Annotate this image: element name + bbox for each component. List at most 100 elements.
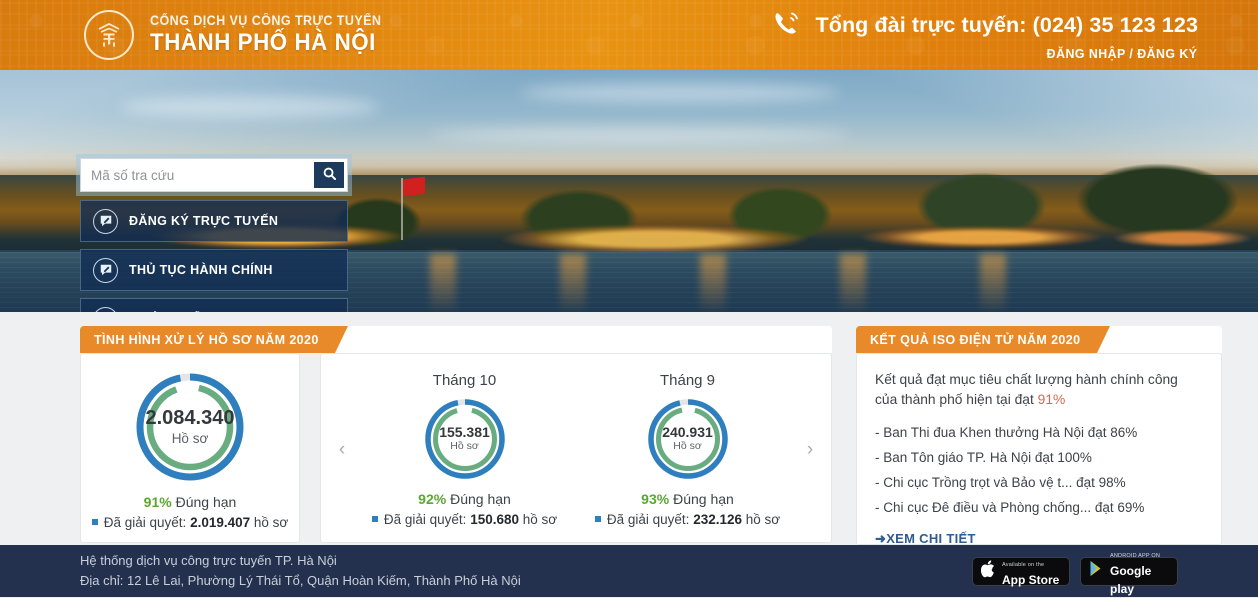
google-play-text: ANDROID APP ON Google play [1110, 544, 1169, 598]
list-item: - Ban Thi đua Khen thưởng Hà Nội đạt 86% [875, 423, 1203, 444]
month-donut-holder: 240.931 Hồ sơ [576, 395, 799, 483]
hotline-number: Tổng đài trực tuyến: (024) 35 123 123 [815, 13, 1198, 38]
dossier-processing-panel: TÌNH HÌNH XỬ LÝ HỒ SƠ NĂM 2020 2.084.340 [80, 326, 832, 543]
iso-intro-text: Kết quả đạt mục tiêu chất lượng hành chí… [875, 370, 1203, 410]
footer-address-block: Hệ thống dịch vụ công trực tuyến TP. Hà … [80, 551, 521, 591]
search-input[interactable] [81, 159, 314, 191]
carousel-next-button[interactable]: › [799, 440, 821, 459]
total-ontime-row: 91% Đúng hạn [91, 494, 289, 510]
iso-tabbar: KẾT QUẢ ISO ĐIỆN TỬ NĂM 2020 [856, 326, 1222, 353]
month-donut-chart: 155.381 Hồ sơ [421, 395, 509, 483]
hero-banner: ĐĂNG KÝ TRỰC TUYẾN THỦ TỤC HÀNH CHÍNH [0, 70, 1258, 312]
month-card-thang-9: Tháng 9 240.931 Hồ sơ [576, 372, 799, 527]
total-dossier-unit: Hồ sơ [172, 431, 209, 446]
month-dossier-unit: Hồ sơ [673, 440, 701, 452]
month-ontime-label: Đúng hạn [673, 491, 734, 507]
footer-line-1: Hệ thống dịch vụ công trực tuyến TP. Hà … [80, 551, 521, 571]
header-right-block: Tổng đài trực tuyến: (024) 35 123 123 ĐĂ… [771, 9, 1198, 61]
total-resolved-prefix: Đã giải quyết: [104, 515, 187, 530]
google-play-title: Google play [1110, 564, 1151, 596]
month-donut-center: 155.381 Hồ sơ [421, 395, 509, 483]
hero-light-reflection [700, 254, 726, 310]
month-ontime-percent: 92% [418, 491, 446, 507]
month-ontime-label: Đúng hạn [450, 491, 511, 507]
brand-title: THÀNH PHỐ HÀ NỘI [150, 30, 381, 56]
dossier-tabbar: TÌNH HÌNH XỬ LÝ HỒ SƠ NĂM 2020 [80, 326, 832, 353]
hero-light-reflection [430, 254, 456, 310]
brand-block[interactable]: CỔNG DỊCH VỤ CÔNG TRỰC TUYẾN THÀNH PHỐ H… [84, 10, 399, 60]
carousel-prev-button[interactable]: ‹ [331, 440, 353, 459]
month-resolved-row: Đã giải quyết: 232.126 hồ sơ [576, 512, 799, 527]
total-donut-holder: 2.084.340 Hồ sơ [91, 368, 289, 486]
phone-ringing-icon [771, 9, 801, 42]
brand-subtitle: CỔNG DỊCH VỤ CÔNG TRỰC TUYẾN [150, 14, 381, 29]
month-resolved-value: 150.680 [470, 512, 519, 527]
app-store-subtitle: Available on the [1002, 562, 1044, 568]
search-button[interactable] [314, 162, 344, 188]
sidebar-item-label: THỦ TỤC HÀNH CHÍNH [129, 263, 273, 278]
month-donut-chart: 240.931 Hồ sơ [644, 395, 732, 483]
sidebar-item-thu-tuc-hanh-chinh[interactable]: THỦ TỤC HÀNH CHÍNH [80, 249, 348, 291]
id-card-icon [93, 307, 118, 313]
month-ontime-percent: 93% [641, 491, 669, 507]
iso-intro-prefix: Kết quả đạt mục tiêu chất lượng hành chí… [875, 372, 1178, 407]
tab-ket-qua-iso[interactable]: KẾT QUẢ ISO ĐIỆN TỬ NĂM 2020 [856, 326, 1097, 353]
month-card-footer: 92% Đúng hạn Đã giải quyết: 150.680 hồ s… [353, 491, 576, 527]
month-dossier-unit: Hồ sơ [450, 440, 478, 452]
hero-vietnam-flag [403, 177, 425, 197]
hero-overlay-panel: ĐĂNG KÝ TRỰC TUYẾN THỦ TỤC HÀNH CHÍNH [80, 158, 348, 312]
total-dossier-value: 2.084.340 [146, 408, 235, 429]
iso-agency-list: - Ban Thi đua Khen thưởng Hà Nội đạt 86%… [875, 423, 1203, 519]
list-item: - Ban Tôn giáo TP. Hà Nội đạt 100% [875, 448, 1203, 469]
month-title: Tháng 10 [353, 372, 576, 389]
brand-text: CỔNG DỊCH VỤ CÔNG TRỰC TUYẾN THÀNH PHỐ H… [150, 14, 399, 56]
total-ontime-label: Đúng hạn [176, 494, 237, 510]
sidebar-item-huong-dan[interactable]: HƯỚNG DẪN [80, 298, 348, 312]
tabbar-filler [1097, 326, 1223, 353]
month-resolved-prefix: Đã giải quyết: [384, 512, 467, 527]
app-store-badge[interactable]: Available on the App Store [972, 557, 1070, 586]
total-resolved-value: 2.019.407 [190, 515, 250, 530]
tab-tinh-hinh-xu-ly-ho-so[interactable]: TÌNH HÌNH XỬ LÝ HỒ SƠ NĂM 2020 [80, 326, 335, 353]
app-store-title: App Store [1002, 573, 1059, 587]
site-header: CỔNG DỊCH VỤ CÔNG TRỰC TUYẾN THÀNH PHỐ H… [0, 0, 1258, 70]
total-donut-chart: 2.084.340 Hồ sơ [131, 368, 249, 486]
legend-bullet-icon [595, 516, 601, 522]
sidebar-item-label: ĐĂNG KÝ TRỰC TUYẾN [129, 214, 278, 229]
play-triangle-icon [1089, 560, 1104, 582]
list-item: - Chi cục Đê điều và Phòng chống... đạt … [875, 498, 1203, 519]
month-card-footer: 93% Đúng hạn Đã giải quyết: 232.126 hồ s… [576, 491, 799, 527]
month-dossier-value: 240.931 [662, 425, 713, 440]
month-resolved-prefix: Đã giải quyết: [607, 512, 690, 527]
hero-cloud [430, 128, 850, 142]
app-store-text: Available on the App Store [1002, 553, 1061, 589]
hanoi-khue-van-cac-emblem-icon [84, 10, 134, 60]
hero-light-reflection [840, 254, 866, 310]
iso-results-panel: KẾT QUẢ ISO ĐIỆN TỬ NĂM 2020 Kết quả đạt… [856, 326, 1222, 545]
search-box[interactable] [80, 158, 348, 192]
google-play-subtitle: ANDROID APP ON [1110, 553, 1160, 559]
month-resolved-row: Đã giải quyết: 150.680 hồ sơ [353, 512, 576, 527]
month-donut-center: 240.931 Hồ sơ [644, 395, 732, 483]
main-content-row: TÌNH HÌNH XỬ LÝ HỒ SƠ NĂM 2020 2.084.340 [0, 326, 1258, 545]
sidebar-item-dang-ky-truc-tuyen[interactable]: ĐĂNG KÝ TRỰC TUYẾN [80, 200, 348, 242]
month-ontime-row: 92% Đúng hạn [353, 491, 576, 507]
total-resolved-suffix: hồ sơ [254, 515, 288, 530]
month-dossier-value: 155.381 [439, 425, 490, 440]
login-register-link[interactable]: ĐĂNG NHẬP / ĐĂNG KÝ [793, 46, 1198, 61]
google-play-badge[interactable]: ANDROID APP ON Google play [1080, 557, 1178, 586]
apple-logo-icon [981, 560, 996, 583]
hero-cloud [520, 84, 840, 102]
hero-light-reflection [980, 254, 1006, 310]
month-resolved-value: 232.126 [693, 512, 742, 527]
dossier-cards: 2.084.340 Hồ sơ 91% Đúng hạn Đã giải quy… [80, 353, 832, 543]
app-badges: Available on the App Store ANDROID APP O… [972, 557, 1178, 586]
total-resolved-row: Đã giải quyết: 2.019.407 hồ sơ [91, 515, 289, 530]
hero-cloud [120, 96, 380, 118]
month-ontime-row: 93% Đúng hạn [576, 491, 799, 507]
month-donut-holder: 155.381 Hồ sơ [353, 395, 576, 483]
speech-bubble-pen-icon [93, 209, 118, 234]
hotline-row: Tổng đài trực tuyến: (024) 35 123 123 [771, 9, 1198, 42]
iso-card: Kết quả đạt mục tiêu chất lượng hành chí… [856, 353, 1222, 545]
total-card-footer: 91% Đúng hạn Đã giải quyết: 2.019.407 hồ… [91, 494, 289, 530]
